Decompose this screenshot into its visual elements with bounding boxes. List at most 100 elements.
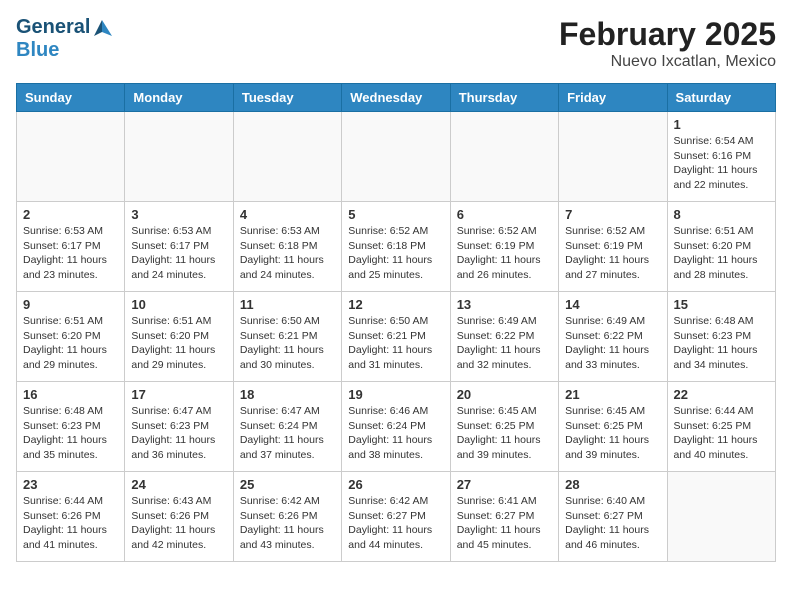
- day-number: 21: [565, 387, 660, 402]
- title-area: February 2025 Nuevo Ixcatlan, Mexico: [559, 16, 776, 71]
- day-number: 16: [23, 387, 118, 402]
- calendar-cell: 3Sunrise: 6:53 AM Sunset: 6:17 PM Daylig…: [125, 202, 233, 292]
- calendar-cell: [667, 472, 775, 562]
- day-info: Sunrise: 6:49 AM Sunset: 6:22 PM Dayligh…: [565, 314, 660, 373]
- calendar-cell: 16 Sunrise: 6:48 AM Sunset: 6:23 PM Dayli…: [17, 382, 125, 472]
- day-info: Sunrise: 6:41 AM Sunset: 6:27 PM Dayligh…: [457, 494, 552, 553]
- day-info: Sunrise: 6:44 AM Sunset: 6:26 PM Dayligh…: [23, 494, 118, 553]
- day-number: 25: [240, 477, 335, 492]
- weekday-header-saturday: Saturday: [667, 84, 775, 112]
- logo: General Blue: [16, 16, 112, 62]
- weekday-header-thursday: Thursday: [450, 84, 558, 112]
- calendar-cell: 20Sunrise: 6:45 AM Sunset: 6:25 PM Dayli…: [450, 382, 558, 472]
- day-number: 27: [457, 477, 552, 492]
- day-number: 10: [131, 297, 226, 312]
- calendar-cell: [125, 112, 233, 202]
- calendar-cell: 7Sunrise: 6:52 AM Sunset: 6:19 PM Daylig…: [559, 202, 667, 292]
- day-info: Sunrise: 6:42 AM Sunset: 6:27 PM Dayligh…: [348, 494, 443, 553]
- calendar-header-row: SundayMondayTuesdayWednesdayThursdayFrid…: [17, 84, 776, 112]
- calendar-cell: 26 Sunrise: 6:42 AM Sunset: 6:27 PM Dayli…: [342, 472, 450, 562]
- weekday-header-friday: Friday: [559, 84, 667, 112]
- day-info: Sunrise: 6:53 AM Sunset: 6:18 PM Dayligh…: [240, 224, 335, 283]
- day-info: Sunrise: 6:47 AM Sunset: 6:24 PM Dayligh…: [240, 404, 335, 463]
- day-info: Sunrise: 6:43 AM Sunset: 6:26 PM Dayligh…: [131, 494, 226, 553]
- day-number: 26: [348, 477, 443, 492]
- weekday-header-tuesday: Tuesday: [233, 84, 341, 112]
- calendar-cell: 15 Sunrise: 6:48 AM Sunset: 6:23 PM Dayli…: [667, 292, 775, 382]
- day-info: Sunrise: 6:40 AM Sunset: 6:27 PM Dayligh…: [565, 494, 660, 553]
- day-number: 11: [240, 297, 335, 312]
- calendar-cell: 1 Sunrise: 6:54 AM Sunset: 6:16 PM Daylig…: [667, 112, 775, 202]
- day-info: Sunrise: 6:48 AM Sunset: 6:23 PM Dayligh…: [23, 404, 118, 463]
- calendar-cell: 22 Sunrise: 6:44 AM Sunset: 6:25 PM Dayli…: [667, 382, 775, 472]
- day-number: 23: [23, 477, 118, 492]
- day-info: Sunrise: 6:48 AM Sunset: 6:23 PM Dayligh…: [674, 314, 769, 373]
- day-info: Sunrise: 6:52 AM Sunset: 6:18 PM Dayligh…: [348, 224, 443, 283]
- day-info: Sunrise: 6:42 AM Sunset: 6:26 PM Dayligh…: [240, 494, 335, 553]
- page-header: General Blue February 2025 Nuevo Ixcatla…: [16, 16, 776, 71]
- calendar-cell: [450, 112, 558, 202]
- calendar-cell: 28 Sunrise: 6:40 AM Sunset: 6:27 PM Dayli…: [559, 472, 667, 562]
- day-info: Sunrise: 6:50 AM Sunset: 6:21 PM Dayligh…: [240, 314, 335, 373]
- calendar-cell: 14 Sunrise: 6:49 AM Sunset: 6:22 PM Dayli…: [559, 292, 667, 382]
- calendar-cell: 18 Sunrise: 6:47 AM Sunset: 6:24 PM Dayli…: [233, 382, 341, 472]
- calendar-cell: 23 Sunrise: 6:44 AM Sunset: 6:26 PM Dayli…: [17, 472, 125, 562]
- month-title: February 2025: [559, 16, 776, 53]
- calendar-cell: [559, 112, 667, 202]
- calendar-week-row: 23 Sunrise: 6:44 AM Sunset: 6:26 PM Dayli…: [17, 472, 776, 562]
- calendar-cell: 27 Sunrise: 6:41 AM Sunset: 6:27 PM Dayli…: [450, 472, 558, 562]
- calendar-cell: 17 Sunrise: 6:47 AM Sunset: 6:23 PM Dayli…: [125, 382, 233, 472]
- day-info: Sunrise: 6:51 AM Sunset: 6:20 PM Dayligh…: [674, 224, 769, 283]
- day-number: 19: [348, 387, 443, 402]
- calendar-cell: 21 Sunrise: 6:45 AM Sunset: 6:25 PM Dayli…: [559, 382, 667, 472]
- day-info: Sunrise: 6:53 AM Sunset: 6:17 PM Dayligh…: [131, 224, 226, 283]
- calendar-cell: 12Sunrise: 6:50 AM Sunset: 6:21 PM Dayli…: [342, 292, 450, 382]
- day-info: Sunrise: 6:51 AM Sunset: 6:20 PM Dayligh…: [23, 314, 118, 373]
- day-info: Sunrise: 6:45 AM Sunset: 6:25 PM Dayligh…: [565, 404, 660, 463]
- day-number: 5: [348, 207, 443, 222]
- day-info: Sunrise: 6:44 AM Sunset: 6:25 PM Dayligh…: [674, 404, 769, 463]
- calendar-cell: 5 Sunrise: 6:52 AM Sunset: 6:18 PM Daylig…: [342, 202, 450, 292]
- calendar-week-row: 2 Sunrise: 6:53 AM Sunset: 6:17 PM Daylig…: [17, 202, 776, 292]
- calendar-cell: 25 Sunrise: 6:42 AM Sunset: 6:26 PM Dayli…: [233, 472, 341, 562]
- logo-icon: [92, 18, 112, 38]
- day-number: 28: [565, 477, 660, 492]
- day-info: Sunrise: 6:46 AM Sunset: 6:24 PM Dayligh…: [348, 404, 443, 463]
- logo-blue-text: Blue: [16, 39, 59, 62]
- day-info: Sunrise: 6:49 AM Sunset: 6:22 PM Dayligh…: [457, 314, 552, 373]
- day-number: 14: [565, 297, 660, 312]
- calendar-cell: 11 Sunrise: 6:50 AM Sunset: 6:21 PM Dayli…: [233, 292, 341, 382]
- day-number: 9: [23, 297, 118, 312]
- day-info: Sunrise: 6:52 AM Sunset: 6:19 PM Dayligh…: [457, 224, 552, 283]
- day-number: 17: [131, 387, 226, 402]
- calendar-cell: [17, 112, 125, 202]
- weekday-header-wednesday: Wednesday: [342, 84, 450, 112]
- day-number: 18: [240, 387, 335, 402]
- calendar-table: SundayMondayTuesdayWednesdayThursdayFrid…: [16, 83, 776, 562]
- location-title: Nuevo Ixcatlan, Mexico: [559, 53, 776, 71]
- day-number: 4: [240, 207, 335, 222]
- calendar-cell: 13Sunrise: 6:49 AM Sunset: 6:22 PM Dayli…: [450, 292, 558, 382]
- day-number: 22: [674, 387, 769, 402]
- day-number: 2: [23, 207, 118, 222]
- day-number: 15: [674, 297, 769, 312]
- calendar-cell: 19 Sunrise: 6:46 AM Sunset: 6:24 PM Dayli…: [342, 382, 450, 472]
- calendar-cell: 9 Sunrise: 6:51 AM Sunset: 6:20 PM Daylig…: [17, 292, 125, 382]
- calendar-week-row: 16 Sunrise: 6:48 AM Sunset: 6:23 PM Dayli…: [17, 382, 776, 472]
- calendar-cell: 10 Sunrise: 6:51 AM Sunset: 6:20 PM Dayli…: [125, 292, 233, 382]
- day-info: Sunrise: 6:51 AM Sunset: 6:20 PM Dayligh…: [131, 314, 226, 373]
- logo-general-text: General: [16, 16, 90, 39]
- day-info: Sunrise: 6:52 AM Sunset: 6:19 PM Dayligh…: [565, 224, 660, 283]
- day-number: 20: [457, 387, 552, 402]
- day-number: 24: [131, 477, 226, 492]
- calendar-cell: [233, 112, 341, 202]
- day-info: Sunrise: 6:53 AM Sunset: 6:17 PM Dayligh…: [23, 224, 118, 283]
- weekday-header-sunday: Sunday: [17, 84, 125, 112]
- weekday-header-monday: Monday: [125, 84, 233, 112]
- day-number: 6: [457, 207, 552, 222]
- day-number: 1: [674, 117, 769, 132]
- day-info: Sunrise: 6:47 AM Sunset: 6:23 PM Dayligh…: [131, 404, 226, 463]
- day-number: 12: [348, 297, 443, 312]
- calendar-cell: 8Sunrise: 6:51 AM Sunset: 6:20 PM Daylig…: [667, 202, 775, 292]
- day-info: Sunrise: 6:54 AM Sunset: 6:16 PM Dayligh…: [674, 134, 769, 193]
